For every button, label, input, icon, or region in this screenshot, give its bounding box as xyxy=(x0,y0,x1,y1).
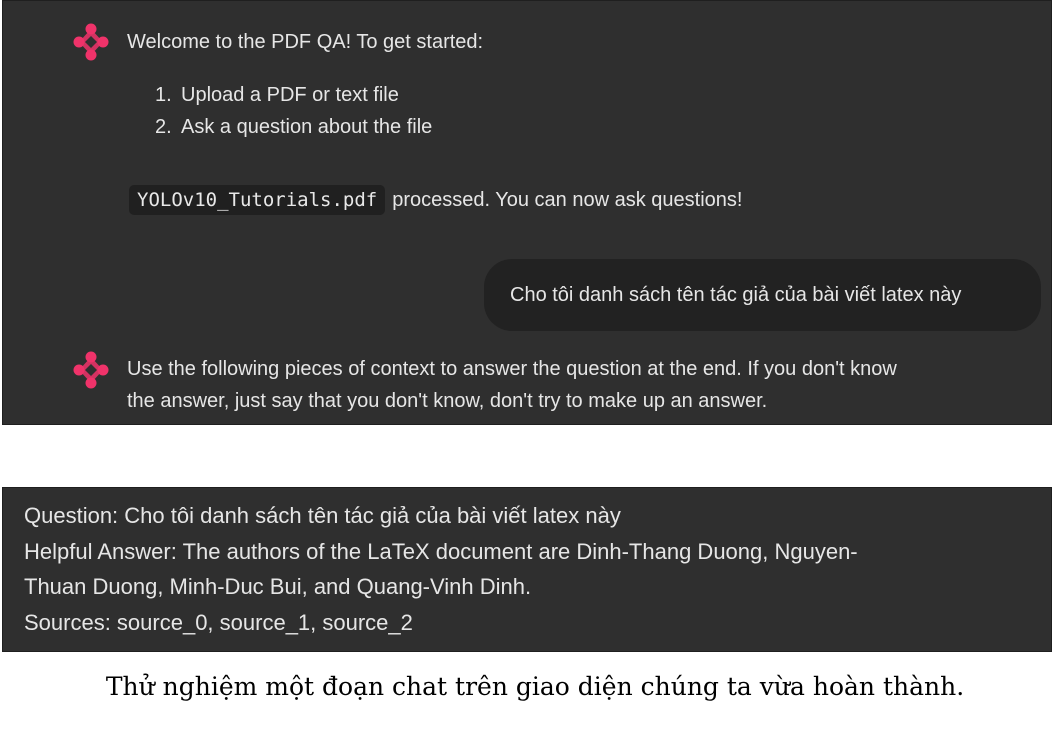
welcome-intro: Welcome to the PDF QA! To get started: xyxy=(127,31,484,53)
file-processed-message: YOLOv10_Tutorials.pdf processed. You can… xyxy=(129,183,742,217)
assistant-reply-line-1: Use the following pieces of context to a… xyxy=(127,358,897,380)
welcome-steps: 1. Upload a PDF or text file 2. Ask a ques… xyxy=(155,79,432,143)
chat-panel: Welcome to the PDF QA! To get started: 1… xyxy=(2,0,1052,425)
figure-caption: Thử nghiệm một đoạn chat trên giao diện … xyxy=(105,672,965,701)
processed-text: processed. You can now ask questions! xyxy=(392,188,743,211)
answer-output: Question: Cho tôi danh sách tên tác giả … xyxy=(24,498,1024,640)
assistant-logo-icon xyxy=(73,23,109,61)
answer-line-1: Helpful Answer: The authors of the LaTeX… xyxy=(24,538,858,564)
list-item: 2. Ask a question about the file xyxy=(155,116,433,138)
file-name-chip: YOLOv10_Tutorials.pdf xyxy=(129,185,386,215)
answer-line-2: Thuan Duong, Minh-Duc Bui, and Quang-Vin… xyxy=(24,574,532,599)
user-message-text: Cho tôi danh sách tên tác giả của bài vi… xyxy=(510,283,962,306)
user-message-bubble: Cho tôi danh sách tên tác giả của bài vi… xyxy=(484,259,1041,331)
list-item: 1. Upload a PDF or text file xyxy=(155,84,399,106)
question-line: Question: Cho tôi danh sách tên tác giả … xyxy=(24,503,621,528)
assistant-logo-icon xyxy=(73,351,109,389)
sources-line: Sources: source_0, source_1, source_2 xyxy=(24,609,413,635)
assistant-reply-line-2: the answer, just say that you don't know… xyxy=(127,390,768,412)
